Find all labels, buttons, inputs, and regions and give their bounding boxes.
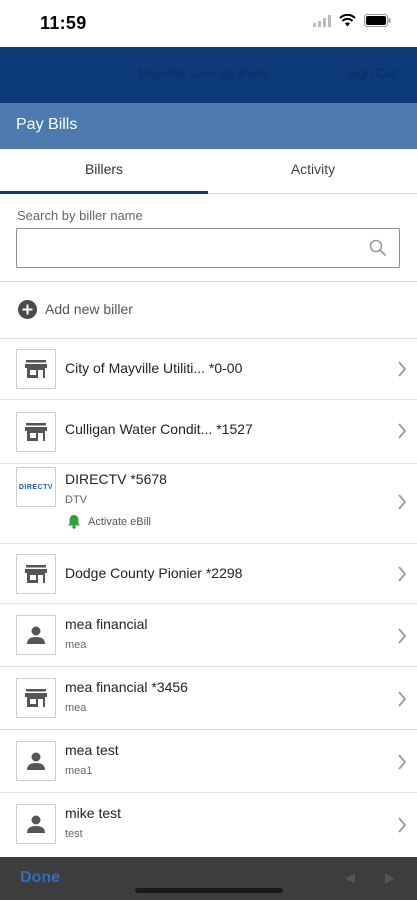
biller-icon: [16, 349, 56, 389]
person-icon: [27, 752, 45, 770]
battery-icon: [364, 14, 391, 27]
person-icon: [27, 815, 45, 833]
biller-subtitle: test: [65, 828, 83, 840]
activate-ebill-link[interactable]: Activate eBill: [67, 514, 151, 529]
plus-circle-icon: [18, 299, 37, 319]
bottom-toolbar: Done ◀ ▶: [0, 857, 417, 900]
signal-icon: [313, 14, 331, 27]
previous-arrow-icon[interactable]: ◀: [345, 870, 355, 886]
biller-row[interactable]: mea financial mea: [0, 603, 417, 666]
biller-row[interactable]: DIRECTV DIRECTV *5678 DTV Activate eBill: [0, 463, 417, 543]
biller-title: Dodge County Pionier *2298: [65, 565, 243, 581]
sign-out-link[interactable]: Sign Out: [346, 66, 397, 81]
page-title-bar: Pay Bills: [0, 103, 417, 149]
chevron-right-icon: [398, 628, 407, 644]
status-icons: [313, 14, 391, 27]
app-header: Mayville Savings Bank Sign Out: [0, 47, 417, 103]
home-indicator[interactable]: [135, 888, 283, 893]
chevron-right-icon: [398, 566, 407, 582]
person-icon: [27, 626, 45, 644]
biller-title: mea financial *3456: [65, 679, 188, 695]
biller-row[interactable]: Dodge County Pionier *2298: [0, 543, 417, 603]
biller-icon: [16, 678, 56, 718]
chevron-right-icon: [398, 361, 407, 377]
done-button[interactable]: Done: [20, 869, 60, 887]
biller-icon: [16, 412, 56, 452]
biller-icon: [16, 804, 56, 844]
biller-subtitle: mea1: [65, 765, 93, 777]
bank-name: Mayville Savings Bank: [138, 66, 269, 81]
biller-title: mea test: [65, 742, 119, 758]
biller-title: mike test: [65, 805, 122, 821]
add-biller-button[interactable]: Add new biller: [18, 298, 133, 320]
chevron-right-icon: [398, 494, 407, 510]
biller-subtitle: mea: [65, 702, 87, 714]
chevron-right-icon: [398, 754, 407, 770]
store-icon: [25, 360, 47, 378]
add-biller-label: Add new biller: [45, 301, 133, 317]
search-box: [16, 228, 400, 268]
biller-icon: [16, 554, 56, 594]
divider: [0, 281, 417, 282]
chevron-right-icon: [398, 423, 407, 439]
biller-icon: [16, 615, 56, 655]
biller-row[interactable]: Culligan Water Condit... *1527: [0, 399, 417, 463]
biller-logo: DIRECTV: [16, 467, 56, 507]
tab-billers[interactable]: Billers: [0, 149, 208, 194]
store-icon: [25, 565, 47, 583]
chevron-right-icon: [398, 691, 407, 707]
biller-row[interactable]: City of Mayville Utiliti... *0-00: [0, 338, 417, 399]
store-icon: [25, 689, 47, 707]
biller-subtitle: mea: [65, 639, 87, 651]
directv-logo-text: DIRECTV: [18, 483, 54, 491]
form-nav-arrows: ◀ ▶: [345, 870, 395, 886]
biller-row[interactable]: mea test mea1: [0, 729, 417, 792]
next-arrow-icon[interactable]: ▶: [385, 870, 395, 886]
search-input[interactable]: [23, 233, 363, 263]
tab-activity[interactable]: Activity: [209, 149, 417, 194]
store-icon: [25, 423, 47, 441]
biller-row[interactable]: mea financial *3456 mea: [0, 666, 417, 729]
chevron-right-icon: [398, 817, 407, 833]
biller-row[interactable]: mike test test: [0, 792, 417, 857]
bell-icon: [68, 515, 80, 529]
biller-subtitle: DTV: [65, 494, 87, 506]
wifi-icon: [339, 14, 356, 27]
biller-title: City of Mayville Utiliti... *0-00: [65, 360, 243, 376]
ebill-label: Activate eBill: [88, 515, 151, 528]
biller-title: mea financial: [65, 616, 148, 632]
biller-title: Culligan Water Condit... *1527: [65, 421, 253, 437]
biller-title: DIRECTV *5678: [65, 471, 167, 487]
biller-icon: [16, 741, 56, 781]
status-bar: 11:59: [0, 0, 417, 47]
search-icon[interactable]: [369, 239, 387, 257]
status-time: 11:59: [40, 13, 87, 33]
search-label: Search by biller name: [17, 208, 143, 223]
page-title: Pay Bills: [16, 116, 78, 133]
tab-bar: Billers Activity: [0, 149, 417, 194]
